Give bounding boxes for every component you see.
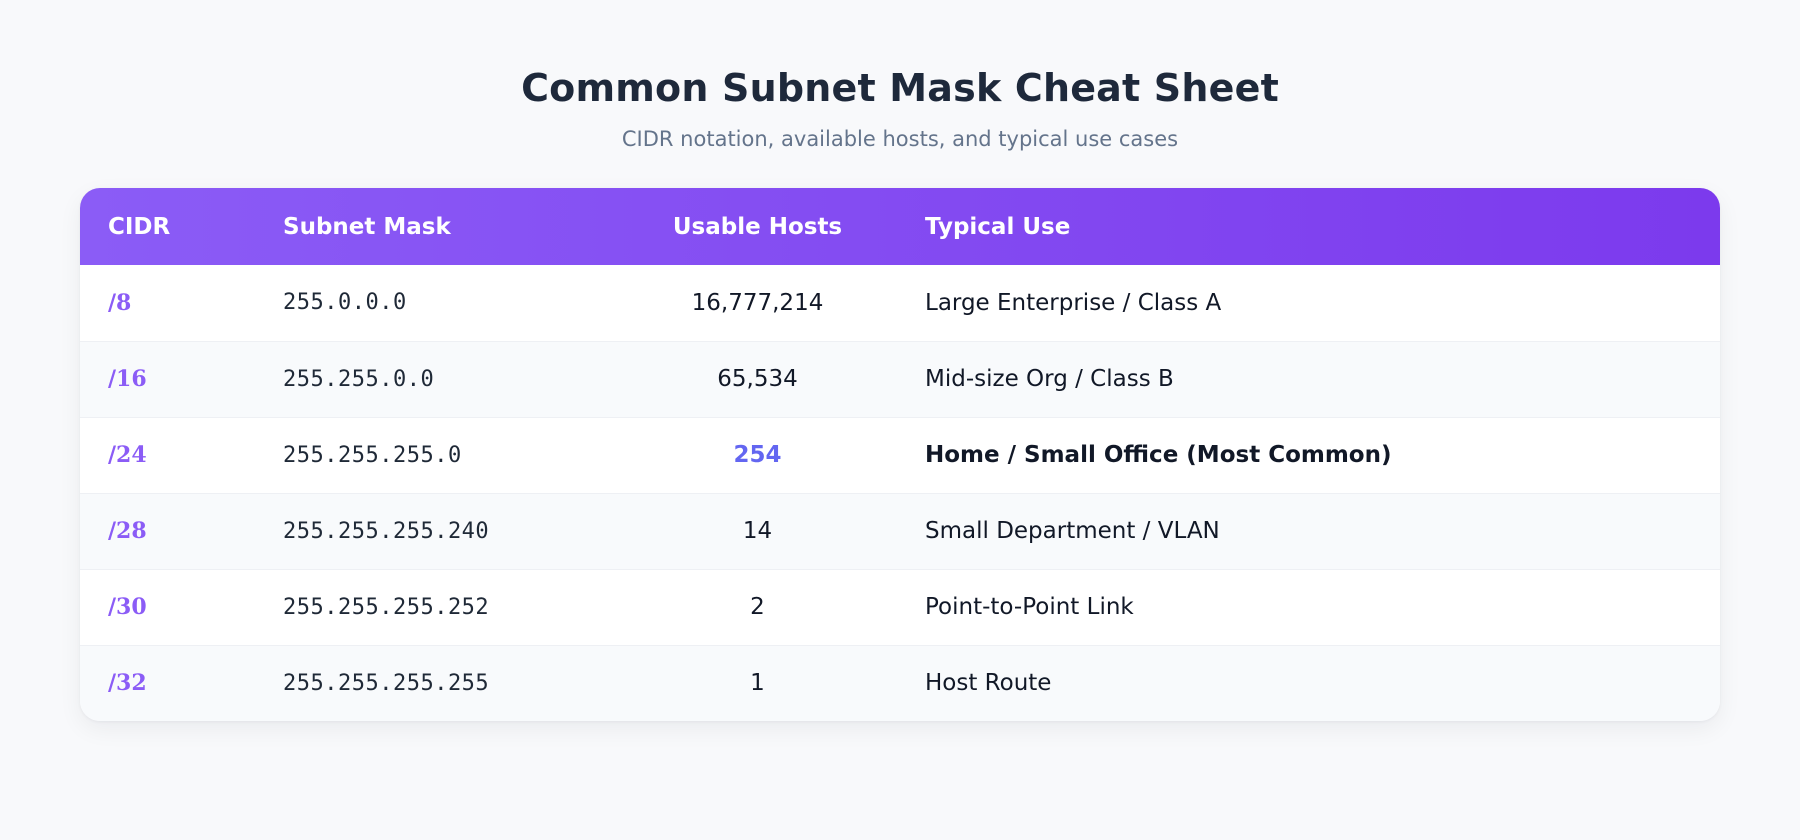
cidr-cell: /24 — [108, 442, 147, 468]
column-header-usable-hosts: Usable Hosts — [672, 213, 843, 240]
cidr-cell: /16 — [108, 366, 147, 392]
column-header-subnet-mask: Subnet Mask — [283, 213, 451, 240]
column-header-cidr: CIDR — [108, 213, 171, 240]
usable-hosts-cell: 254 — [733, 442, 782, 468]
subnet-table-card: CIDR Subnet Mask Usable Hosts Typical Us… — [80, 188, 1720, 721]
typical-use-cell: Large Enterprise / Class A — [925, 289, 1222, 316]
page-title: Common Subnet Mask Cheat Sheet — [521, 66, 1279, 110]
table-row: /8 255.0.0.0 16,777,214 Large Enterprise… — [80, 265, 1720, 341]
typical-use-cell: Small Department / VLAN — [925, 518, 1220, 544]
cidr-cell: /32 — [108, 670, 147, 697]
table-row: /32 255.255.255.255 1 Host Route — [80, 645, 1720, 721]
table-row-highlighted: /24 255.255.255.0 254 Home / Small Offic… — [80, 417, 1720, 493]
typical-use-cell: Point-to-Point Link — [925, 594, 1134, 620]
usable-hosts-cell: 14 — [742, 518, 773, 544]
usable-hosts-cell: 65,534 — [717, 366, 798, 392]
page: Common Subnet Mask Cheat Sheet CIDR nota… — [0, 0, 1800, 840]
subnet-mask-cell: 255.255.255.255 — [283, 670, 490, 696]
column-header-typical-use: Typical Use — [925, 213, 1071, 240]
typical-use-cell: Host Route — [925, 670, 1052, 697]
typical-use-cell: Home / Small Office (Most Common) — [925, 442, 1392, 468]
cidr-cell: /28 — [108, 518, 147, 544]
table-row: /30 255.255.255.252 2 Point-to-Point Lin… — [80, 569, 1720, 645]
subnet-mask-cell: 255.255.255.240 — [283, 518, 490, 544]
subnet-mask-cell: 255.0.0.0 — [283, 290, 407, 316]
table-row: /16 255.255.0.0 65,534 Mid-size Org / Cl… — [80, 341, 1720, 417]
subnet-table: CIDR Subnet Mask Usable Hosts Typical Us… — [80, 188, 1720, 721]
table-header-row: CIDR Subnet Mask Usable Hosts Typical Us… — [80, 188, 1720, 265]
subnet-mask-cell: 255.255.0.0 — [283, 366, 435, 392]
cidr-cell: /8 — [108, 289, 132, 316]
cidr-cell: /30 — [108, 594, 147, 620]
usable-hosts-cell: 16,777,214 — [691, 289, 824, 316]
usable-hosts-cell: 1 — [750, 670, 765, 697]
typical-use-cell: Mid-size Org / Class B — [925, 366, 1174, 392]
usable-hosts-cell: 2 — [750, 594, 765, 620]
table-row: /28 255.255.255.240 14 Small Department … — [80, 493, 1720, 569]
subnet-mask-cell: 255.255.255.0 — [283, 442, 462, 468]
subnet-mask-cell: 255.255.255.252 — [283, 594, 490, 620]
page-subtitle: CIDR notation, available hosts, and typi… — [621, 127, 1179, 151]
